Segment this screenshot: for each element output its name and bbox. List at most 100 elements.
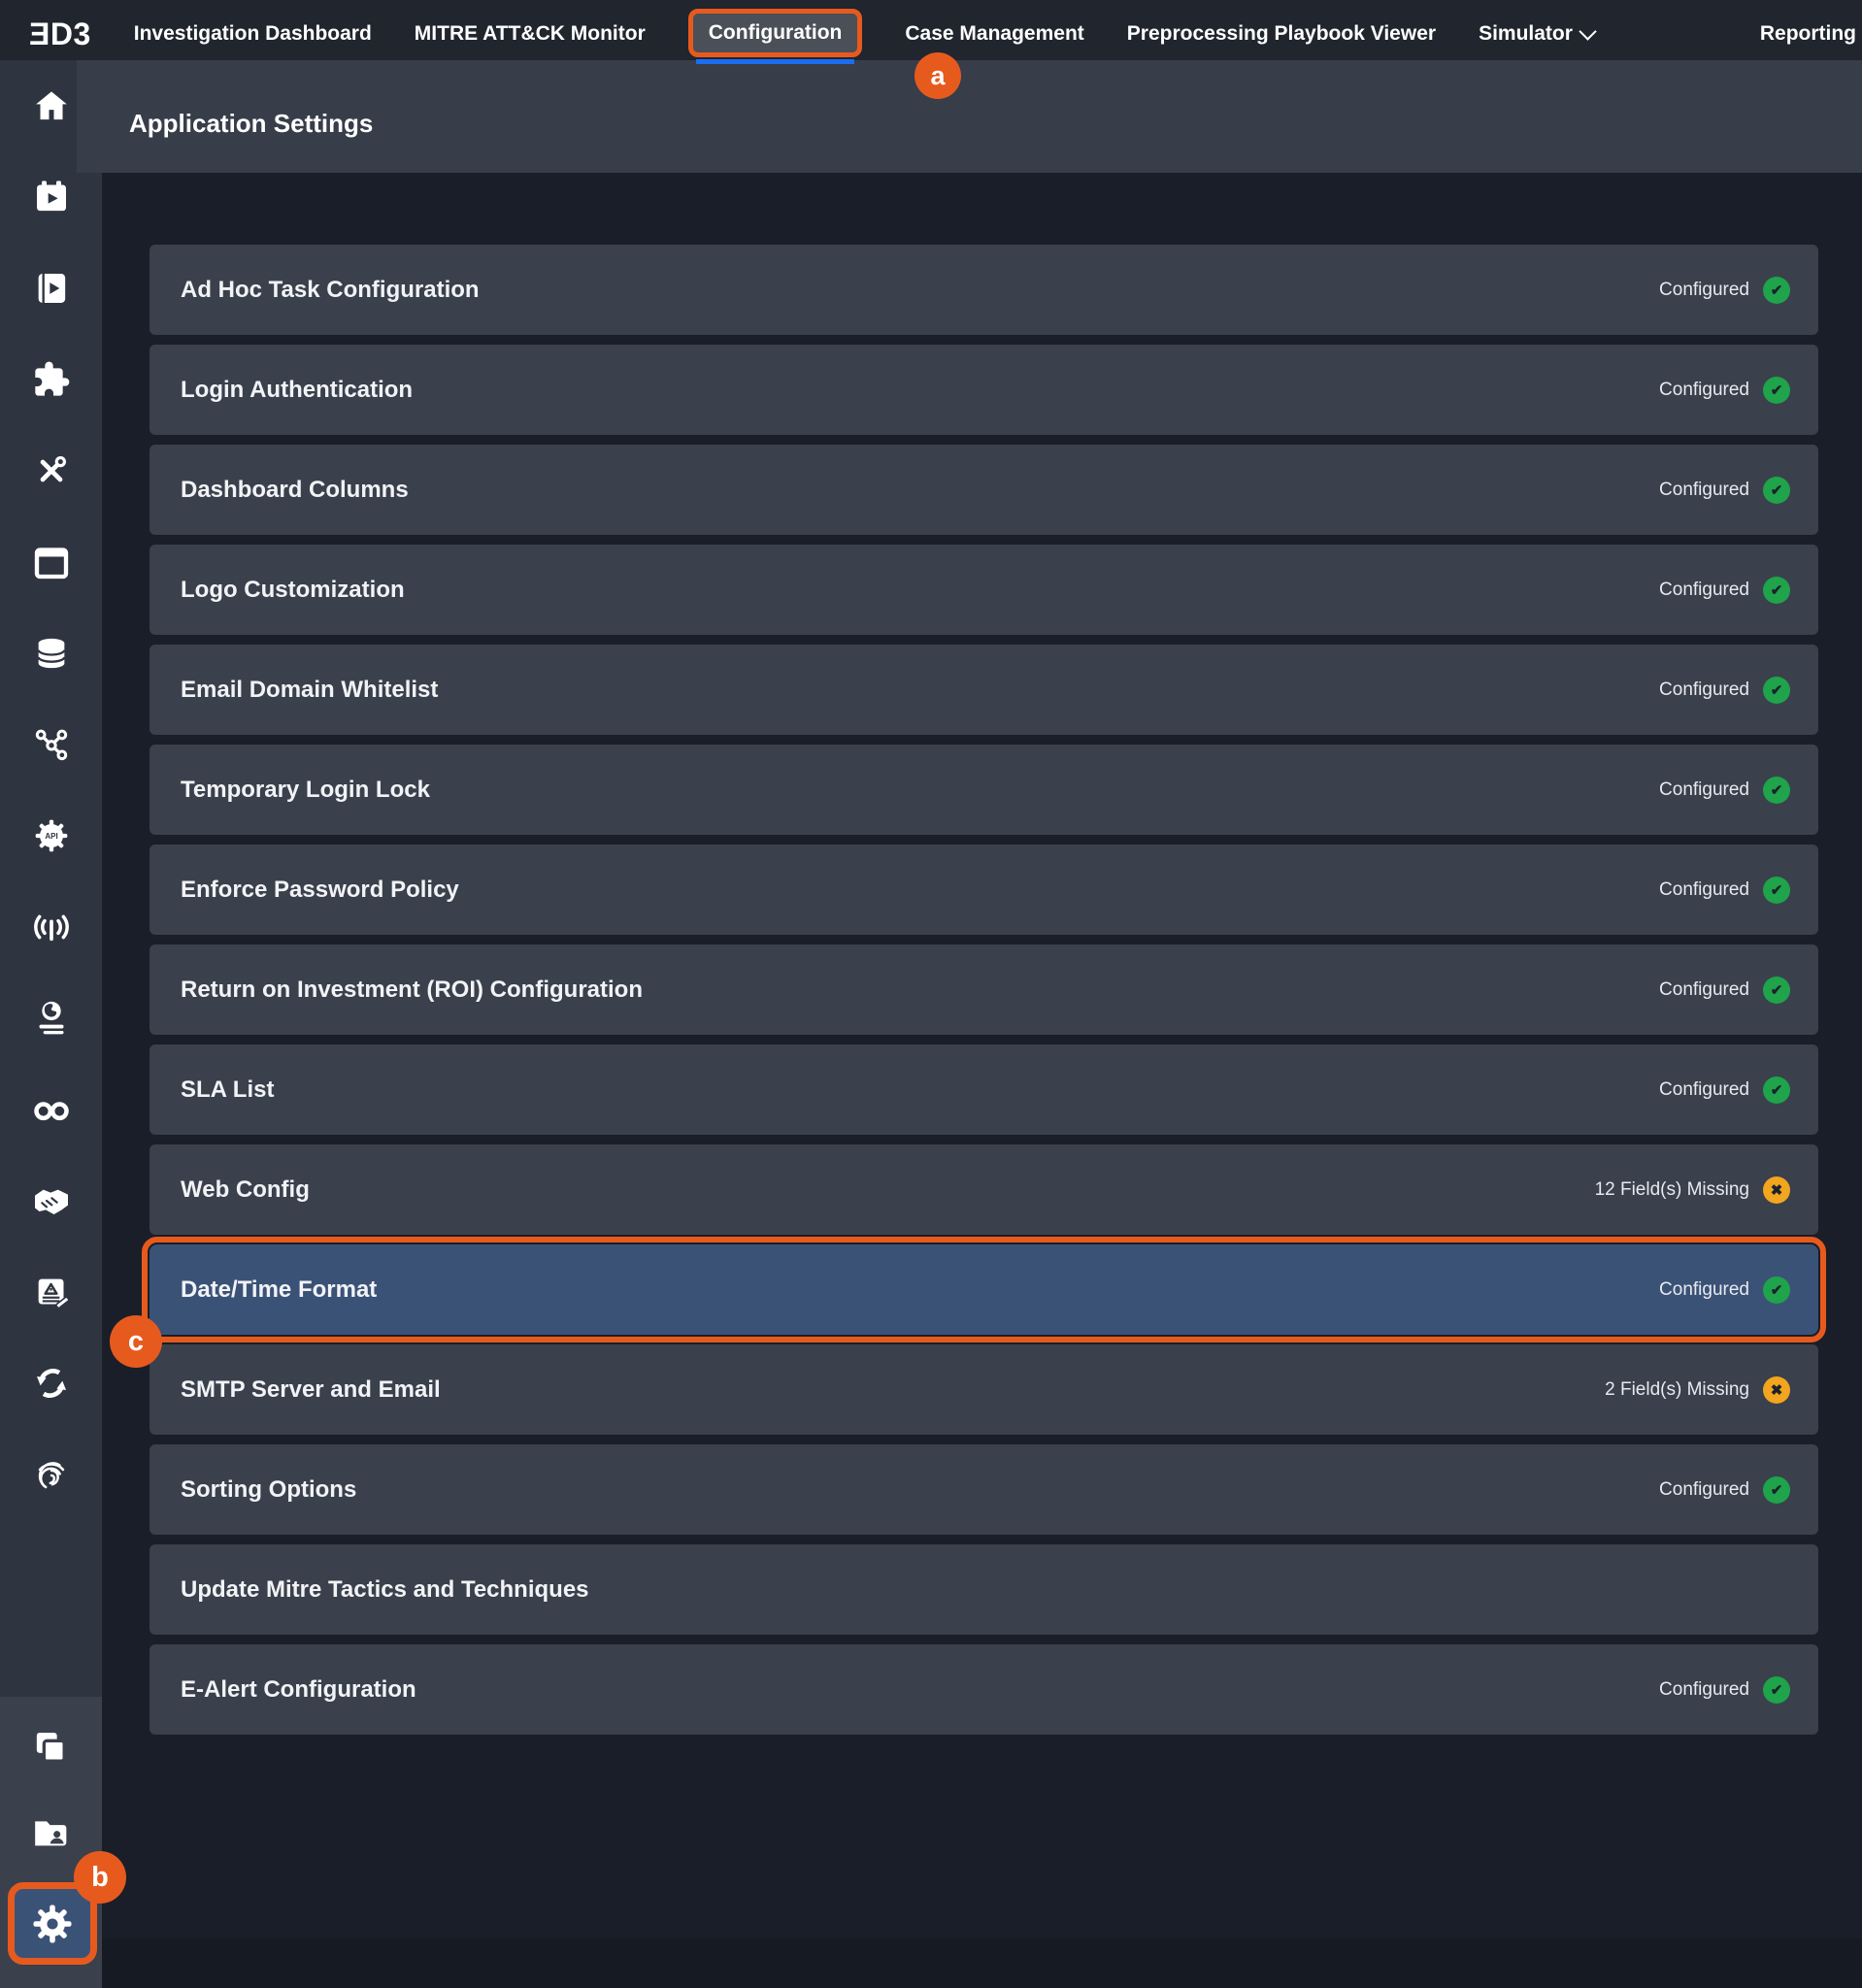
check-circle-icon: ✔ — [1763, 477, 1790, 504]
settings-row-title: Enforce Password Policy — [181, 877, 459, 904]
status-text: 2 Field(s) Missing — [1605, 1379, 1749, 1401]
check-circle-icon: ✔ — [1763, 1276, 1790, 1304]
status-text: Configured — [1659, 1679, 1749, 1701]
row-status: Configured✔ — [1659, 277, 1790, 304]
status-text: Configured — [1659, 1279, 1749, 1301]
utility-tools-icon[interactable] — [31, 450, 72, 491]
incident-report-icon[interactable] — [31, 1272, 72, 1312]
status-text: Configured — [1659, 1479, 1749, 1501]
tab-case-management[interactable]: Case Management — [905, 22, 1083, 46]
tab-label: MITRE ATT&CK Monitor — [415, 22, 646, 46]
row-status: Configured✔ — [1659, 477, 1790, 504]
tab-investigation-dashboard[interactable]: Investigation Dashboard — [134, 22, 372, 46]
settings-row-title: SLA List — [181, 1077, 274, 1104]
settings-row-title: Dashboard Columns — [181, 477, 409, 504]
status-text: Configured — [1659, 979, 1749, 1001]
settings-row[interactable]: Logo Customization Configured✔ — [150, 545, 1818, 635]
row-status: 2 Field(s) Missing ✖ — [1605, 1376, 1790, 1404]
row-status: Configured ✔ — [1659, 1476, 1790, 1504]
check-circle-icon: ✔ — [1763, 677, 1790, 704]
page-title: Application Settings — [129, 109, 373, 139]
row-status: Configured ✔ — [1659, 1676, 1790, 1704]
settings-row[interactable]: Return on Investment (ROI) Configuration… — [150, 944, 1818, 1035]
row-status: Configured ✔ — [1659, 1276, 1790, 1304]
tab-label: Case Management — [905, 22, 1083, 46]
row-status: Configured ✔ — [1659, 877, 1790, 904]
sync-icon[interactable] — [31, 1363, 72, 1404]
gear-icon — [30, 1902, 75, 1946]
playbook-library-icon[interactable] — [31, 268, 72, 309]
nav-tabs: Investigation Dashboard MITRE ATT&CK Moni… — [134, 18, 1856, 57]
status-text: Configured — [1659, 879, 1749, 901]
check-circle-icon: ✔ — [1763, 777, 1790, 804]
check-circle-icon: ✔ — [1763, 977, 1790, 1004]
settings-row-title: Temporary Login Lock — [181, 777, 430, 804]
tab-configuration[interactable]: Configuration — [688, 9, 863, 57]
case-folders-icon[interactable] — [30, 1812, 71, 1853]
x-circle-icon: ✖ — [1763, 1376, 1790, 1404]
settings-row[interactable]: SLA List Configured ✔ — [150, 1044, 1818, 1135]
status-text: Configured — [1659, 1079, 1749, 1101]
settings-row-title: Logo Customization — [181, 577, 405, 604]
integrations-puzzle-icon[interactable] — [31, 359, 72, 400]
tab-preprocessing-playbook-viewer[interactable]: Preprocessing Playbook Viewer — [1127, 22, 1436, 46]
settings-row[interactable]: Email Domain WhitelistConfigured✔ — [150, 645, 1818, 735]
row-status: Configured✔ — [1659, 777, 1790, 804]
check-circle-icon: ✔ — [1763, 1676, 1790, 1704]
x-circle-icon: ✖ — [1763, 1176, 1790, 1204]
settings-row[interactable]: Enforce Password Policy Configured ✔ — [150, 845, 1818, 935]
database-icon[interactable] — [31, 633, 72, 674]
event-intake-antenna-icon[interactable] — [31, 907, 72, 947]
settings-row[interactable]: Ad Hoc Task Configuration Configured✔ — [150, 245, 1818, 335]
d3-logo[interactable]: ƎD3 — [29, 18, 91, 50]
fingerprint-icon[interactable] — [31, 1454, 72, 1495]
settings-row-title: Date/Time Format — [181, 1276, 377, 1304]
settings-row-title: Update Mitre Tactics and Techniques — [181, 1576, 589, 1604]
check-circle-icon: ✔ — [1763, 877, 1790, 904]
settings-row[interactable]: Web Config12 Field(s) Missing✖ — [150, 1144, 1818, 1235]
annotation-badge-c: c — [110, 1315, 162, 1368]
settings-row[interactable]: Sorting OptionsConfigured✔ — [150, 1444, 1818, 1535]
tab-label: Reporting — [1760, 22, 1856, 46]
settings-row-title: E-Alert Configuration — [181, 1676, 416, 1704]
scheduled-playbooks-icon[interactable] — [31, 177, 72, 217]
svg-text:API: API — [45, 832, 57, 841]
binoculars-icon[interactable] — [31, 1089, 72, 1130]
settings-row[interactable]: SMTP Server and Email 2 Field(s) Missing ✖ — [150, 1344, 1818, 1435]
tab-label: Simulator — [1479, 22, 1573, 46]
api-gear-icon[interactable]: API — [31, 815, 72, 856]
partners-handshake-icon[interactable] — [31, 1180, 72, 1221]
settings-row[interactable]: Update Mitre Tactics and Techniques — [150, 1544, 1818, 1635]
settings-row[interactable]: Dashboard Columns Configured✔ — [150, 445, 1818, 535]
settings-row-title: Ad Hoc Task Configuration — [181, 277, 480, 304]
copy-windows-icon[interactable] — [30, 1727, 71, 1768]
status-text: 12 Field(s) Missing — [1595, 1179, 1749, 1201]
link-analysis-icon[interactable] — [31, 724, 72, 765]
tab-simulator[interactable]: Simulator — [1479, 22, 1594, 46]
status-text: Configured — [1659, 280, 1749, 301]
calendar-icon[interactable] — [31, 542, 72, 582]
settings-row[interactable]: E-Alert Configuration Configured ✔ — [150, 1644, 1818, 1735]
page-header-band: Application Settings — [77, 60, 1862, 173]
settings-row-title: Login Authentication — [181, 377, 413, 404]
row-status: Configured✔ — [1659, 577, 1790, 604]
status-text: Configured — [1659, 580, 1749, 601]
geo-ip-globe-icon[interactable] — [31, 998, 72, 1039]
tab-mitre-att-ck-monitor[interactable]: MITRE ATT&CK Monitor — [415, 22, 646, 46]
sidebar-bottom-section — [0, 1697, 102, 1988]
settings-row[interactable]: Temporary Login Lock Configured✔ — [150, 745, 1818, 835]
status-text: Configured — [1659, 380, 1749, 401]
tab-label: Configuration — [709, 21, 843, 45]
check-circle-icon: ✔ — [1763, 1476, 1790, 1504]
check-circle-icon: ✔ — [1763, 1077, 1790, 1104]
settings-row[interactable]: Login Authentication Configured✔ — [150, 345, 1818, 435]
application-settings-screen: API — [0, 0, 1862, 1988]
settings-row-title: SMTP Server and Email — [181, 1376, 441, 1404]
chevron-down-icon — [1579, 22, 1596, 40]
row-status: Configured✔ — [1659, 377, 1790, 404]
home-icon[interactable] — [31, 85, 72, 126]
top-navbar: ƎD3 Investigation Dashboard MITRE ATT&CK … — [0, 0, 1862, 60]
tab-reporting[interactable]: Reporting — [1760, 22, 1856, 46]
annotation-badge-b: b — [74, 1851, 126, 1904]
settings-row[interactable]: Date/Time Format Configured ✔ — [150, 1244, 1818, 1335]
